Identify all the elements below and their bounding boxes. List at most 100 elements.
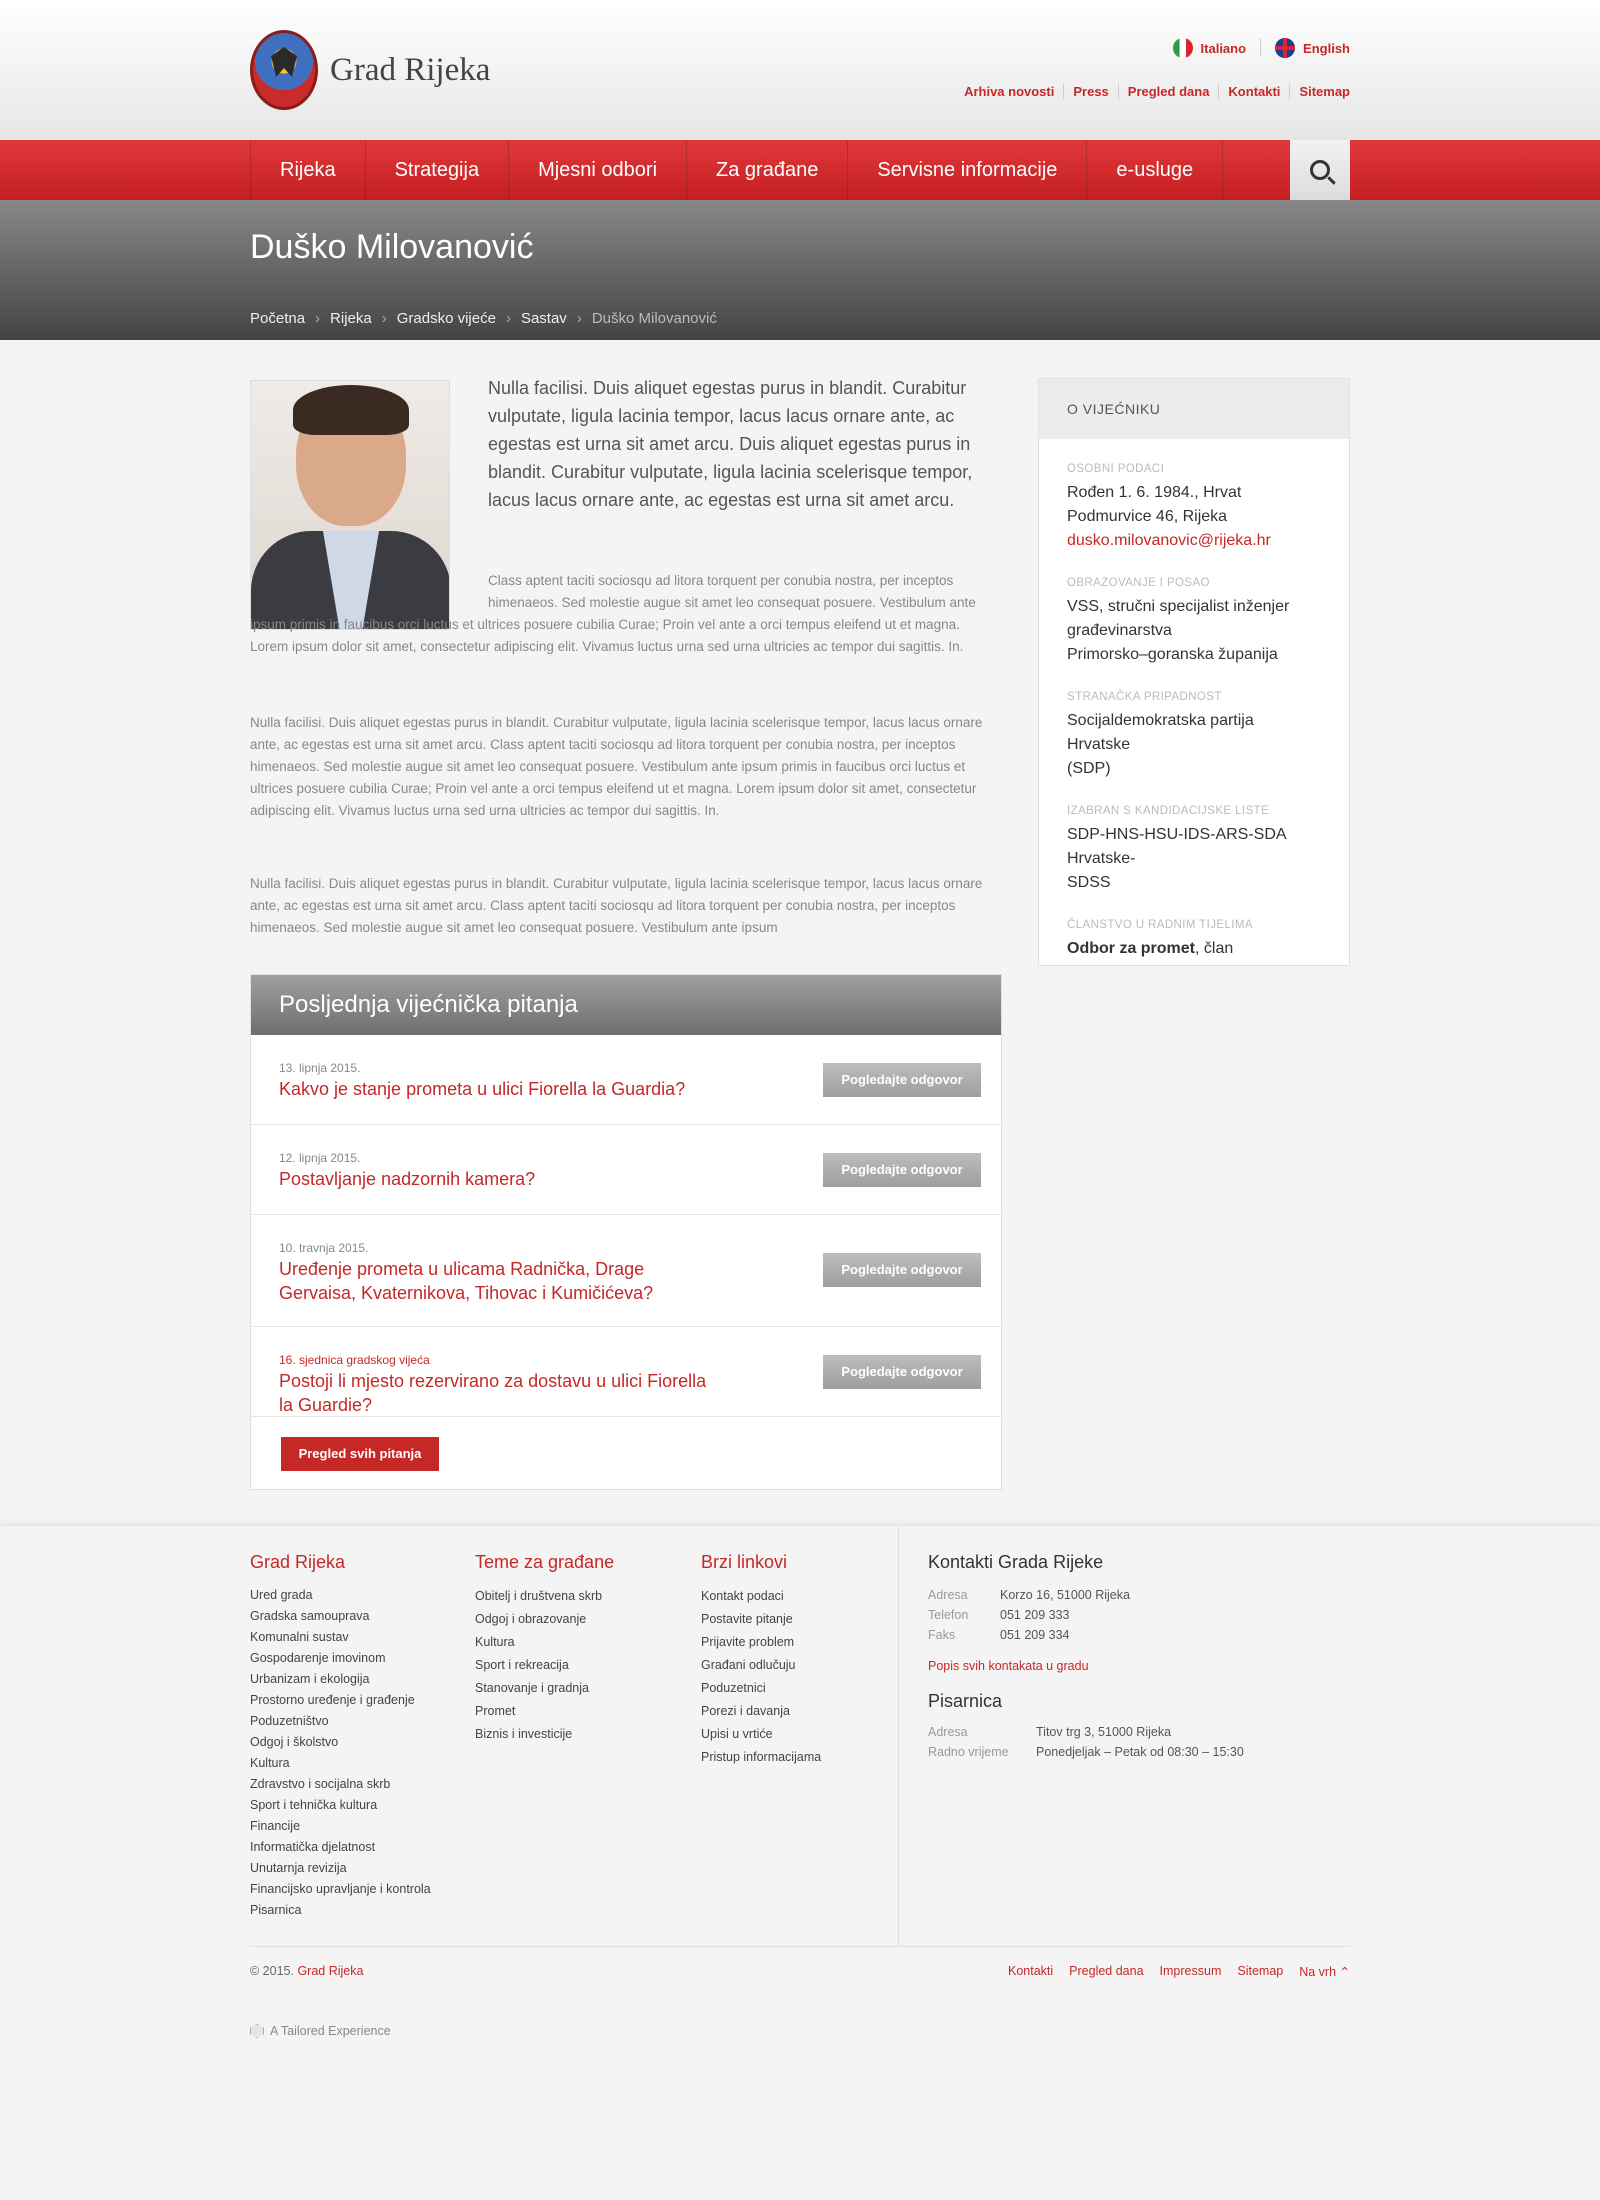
footer-link[interactable]: Pristup informacijama — [701, 1746, 821, 1769]
contacts-title: Kontakti Grada Rijeke — [928, 1552, 1104, 1572]
info-value: (SDP) — [1067, 760, 1111, 777]
view-answer-button[interactable]: Pogledajte odgovor — [823, 1063, 981, 1097]
back-to-top-link[interactable]: Na vrh ⌃ — [1299, 1964, 1350, 1979]
footer-link[interactable]: Ured grada — [250, 1585, 431, 1606]
body-name[interactable]: Odbor za promet — [1067, 940, 1195, 957]
hexagon-icon — [250, 2024, 264, 2038]
footer-link-sitemap[interactable]: Sitemap — [1237, 1964, 1283, 1979]
footer-link[interactable]: Kultura — [250, 1753, 431, 1774]
toplink-press[interactable]: Press — [1063, 84, 1117, 99]
toplink-sitemap[interactable]: Sitemap — [1289, 84, 1350, 99]
footer-link[interactable]: Unutarnja revizija — [250, 1858, 431, 1879]
question-title[interactable]: Postavljanje nadzornih kamera? — [279, 1167, 719, 1191]
question-item: 13. lipnja 2015. Kakvo je stanje prometa… — [251, 1035, 1001, 1125]
footer-link[interactable]: Biznis i investicije — [475, 1723, 614, 1746]
main-nav: Rijeka Strategija Mjesni odbori Za građa… — [0, 140, 1600, 200]
question-title[interactable]: Uređenje prometa u ulicama Radnička, Dra… — [279, 1257, 719, 1305]
view-answer-button[interactable]: Pogledajte odgovor — [823, 1153, 981, 1187]
nav-strategija[interactable]: Strategija — [366, 140, 510, 200]
crumb-pocetna[interactable]: Početna — [250, 310, 305, 327]
question-date[interactable]: 16. sjednica gradskog vijeća — [279, 1353, 430, 1367]
footer-link[interactable]: Sport i rekreacija — [475, 1654, 614, 1677]
footer-link[interactable]: Sport i tehnička kultura — [250, 1795, 431, 1816]
footer-link[interactable]: Upisi u vrtiće — [701, 1723, 821, 1746]
footer-link[interactable]: Postavite pitanje — [701, 1608, 821, 1631]
all-questions-button[interactable]: Pregled svih pitanja — [281, 1437, 439, 1471]
footer-link[interactable]: Zdravstvo i socijalna skrb — [250, 1774, 431, 1795]
lang-italiano[interactable]: Italiano — [1172, 38, 1246, 58]
question-item: 10. travnja 2015. Uređenje prometa u uli… — [251, 1215, 1001, 1327]
footer-link[interactable]: Poduzetnici — [701, 1677, 821, 1700]
nav-servisne-informacije[interactable]: Servisne informacije — [848, 140, 1088, 200]
copyright: © 2015. Grad Rijeka — [250, 1964, 363, 1978]
question-title[interactable]: Postoji li mjesto rezervirano za dostavu… — [279, 1369, 719, 1417]
nav-rijeka[interactable]: Rijeka — [251, 140, 366, 200]
nav-mjesni-odbori[interactable]: Mjesni odbori — [509, 140, 688, 200]
footer-link[interactable]: Prostorno uređenje i građenje — [250, 1690, 431, 1711]
nav-za-gradane[interactable]: Za građane — [687, 140, 849, 200]
toplink-arhiva[interactable]: Arhiva novosti — [955, 84, 1063, 99]
copyright-link[interactable]: Grad Rijeka — [297, 1964, 363, 1978]
crumb-gradsko-vijece[interactable]: Gradsko vijeće — [397, 310, 496, 327]
info-value: Primorsko–goranska županija — [1067, 646, 1278, 663]
crumb-rijeka[interactable]: Rijeka — [330, 310, 372, 327]
footer-col-title: Grad Rijeka — [250, 1552, 346, 1572]
credit[interactable]: A Tailored Experience — [250, 2024, 391, 2038]
footer-link[interactable]: Obitelj i društvena skrb — [475, 1585, 614, 1608]
search-button[interactable] — [1290, 140, 1350, 200]
lang-english[interactable]: English — [1275, 38, 1350, 58]
info-value: Odbor za promet, član — [1067, 937, 1321, 961]
info-label: OBRAZOVANJE I POSAO — [1067, 577, 1210, 589]
footer-link-pregled-dana[interactable]: Pregled dana — [1069, 1964, 1143, 1979]
contact-value: 051 209 334 — [1000, 1628, 1070, 1642]
all-contacts-link[interactable]: Popis svih kontakata u gradu — [928, 1659, 1244, 1673]
footer-contacts: Kontakti Grada Rijeke Adresa Korzo 16, 51… — [928, 1552, 1244, 1762]
question-date: 12. lipnja 2015. — [279, 1151, 361, 1165]
footer-link[interactable]: Kultura — [475, 1631, 614, 1654]
footer-links: Kontakti Pregled dana Impressum Sitemap … — [1008, 1964, 1350, 1979]
question-title[interactable]: Kakvo je stanje prometa u ulici Fiorella… — [279, 1077, 719, 1101]
info-label: OSOBNI PODACI — [1067, 463, 1165, 475]
footer-link[interactable]: Gradska samouprava — [250, 1606, 431, 1627]
footer-link[interactable]: Promet — [475, 1700, 614, 1723]
toplink-kontakti[interactable]: Kontakti — [1218, 84, 1289, 99]
view-answer-button[interactable]: Pogledajte odgovor — [823, 1253, 981, 1287]
footer-link[interactable]: Porezi i davanja — [701, 1700, 821, 1723]
email-link[interactable]: dusko.milovanovic@rijeka.hr — [1067, 532, 1271, 549]
info-label: STRANAČKA PRIPADNOST — [1067, 691, 1222, 703]
contact-value: 051 209 333 — [1000, 1608, 1070, 1622]
search-icon — [1310, 160, 1330, 180]
footer-link[interactable]: Poduzetništvo — [250, 1711, 431, 1732]
footer-link[interactable]: Urbanizam i ekologija — [250, 1669, 431, 1690]
footer-link[interactable]: Odgoj i školstvo — [250, 1732, 431, 1753]
toplink-pregled-dana[interactable]: Pregled dana — [1117, 84, 1219, 99]
contact-value: Titov trg 3, 51000 Rijeka — [1036, 1725, 1172, 1739]
footer-link[interactable]: Komunalni sustav — [250, 1627, 431, 1648]
view-answer-button[interactable]: Pogledajte odgovor — [823, 1355, 981, 1389]
body-role: , član — [1195, 940, 1234, 957]
title-band: Duško Milovanović Početna › Rijeka › Gra… — [0, 200, 1600, 340]
info-label: IZABRAN S KANDIDACIJSKE LISTE — [1067, 805, 1270, 817]
footer-link-impressum[interactable]: Impressum — [1160, 1964, 1222, 1979]
footer-link[interactable]: Pisarnica — [250, 1900, 431, 1921]
footer-link-kontakti[interactable]: Kontakti — [1008, 1964, 1053, 1979]
question-date: 10. travnja 2015. — [279, 1241, 369, 1255]
footer-link[interactable]: Prijavite problem — [701, 1631, 821, 1654]
footer-link[interactable]: Financije — [250, 1816, 431, 1837]
city-crest-icon — [250, 30, 318, 110]
footer-link[interactable]: Informatička djelatnost — [250, 1837, 431, 1858]
footer-link[interactable]: Financijsko upravljanje i kontrola — [250, 1879, 431, 1900]
footer-link[interactable]: Stanovanje i gradnja — [475, 1677, 614, 1700]
crumb-current: Duško Milovanović — [591, 310, 717, 327]
site-logo[interactable]: Grad Rijeka — [250, 30, 490, 110]
uk-flag-icon — [1275, 38, 1296, 58]
footer-link[interactable]: Gospodarenje imovinom — [250, 1648, 431, 1669]
info-bodies: ČLANSTVO U RADNIM TIJELIMA Odbor za prom… — [1039, 919, 1349, 961]
crumb-sastav[interactable]: Sastav — [521, 310, 567, 327]
footer-link[interactable]: Građani odlučuju — [701, 1654, 821, 1677]
contact-value: Korzo 16, 51000 Rijeka — [1000, 1588, 1130, 1602]
nav-e-usluge[interactable]: e-usluge — [1087, 140, 1224, 200]
footer-link[interactable]: Odgoj i obrazovanje — [475, 1608, 614, 1631]
footer-link[interactable]: Kontakt podaci — [701, 1585, 821, 1608]
footer-col-title: Brzi linkovi — [701, 1552, 788, 1572]
